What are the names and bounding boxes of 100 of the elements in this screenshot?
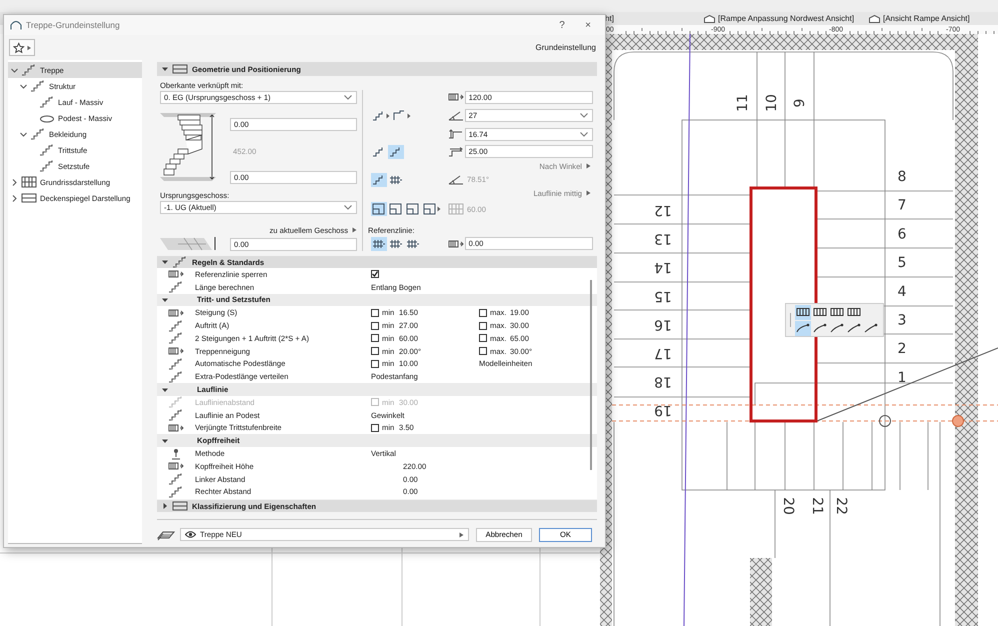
arrow-icon	[352, 227, 357, 233]
checkbox[interactable]	[479, 322, 487, 330]
chevron-icon[interactable]	[20, 130, 27, 138]
chevron-icon	[344, 95, 352, 100]
title-button[interactable]: ×	[577, 20, 599, 30]
arch-icon	[10, 20, 22, 30]
tool-button[interactable]	[795, 320, 811, 336]
checkbox[interactable]	[371, 347, 379, 356]
stair-icon	[168, 268, 184, 280]
corner-icon	[406, 203, 420, 216]
step-number: 18	[654, 374, 672, 390]
menu-button[interactable]	[371, 108, 391, 123]
stair-icon	[168, 370, 184, 383]
step-number: 6	[898, 226, 906, 242]
riser-icon	[448, 128, 464, 140]
line-tool-icon	[864, 323, 878, 333]
corner-icon	[389, 203, 403, 216]
tab[interactable]: [Rampe Anpassung Nordwest Ansicht]	[704, 13, 854, 24]
tool-button[interactable]	[795, 304, 811, 320]
option-button[interactable]	[371, 172, 387, 187]
title-button[interactable]: ?	[551, 20, 573, 30]
option-button[interactable]	[388, 144, 404, 158]
stair-icon	[30, 80, 46, 92]
chevron-icon	[580, 113, 588, 118]
step-number: 19	[654, 402, 672, 418]
checkbox[interactable]	[479, 308, 487, 317]
wall	[750, 558, 772, 626]
favorites-button[interactable]	[9, 39, 35, 56]
eye-icon	[185, 531, 196, 538]
checkbox[interactable]	[479, 347, 487, 356]
document-icon	[172, 500, 188, 512]
stair-icon	[372, 110, 390, 122]
option-button[interactable]	[371, 236, 387, 251]
line-tool-icon	[796, 323, 810, 333]
chevron-icon	[344, 204, 352, 210]
grid-icon	[389, 174, 403, 186]
window-title: Treppe-Grundeinstellung	[26, 20, 120, 30]
checkbox[interactable]	[371, 270, 379, 278]
plan-icon	[21, 176, 37, 188]
option-button[interactable]	[371, 202, 387, 216]
tab[interactable]: [Ansicht Rampe Ansicht]	[869, 13, 970, 24]
option-button[interactable]	[422, 202, 442, 216]
step-number: 15	[654, 288, 672, 304]
tool-button[interactable]	[863, 320, 879, 336]
checkbox[interactable]	[371, 424, 379, 432]
triangle-icon[interactable]	[162, 386, 168, 393]
triangle-icon[interactable]	[162, 503, 168, 509]
step-number: 7	[898, 198, 906, 214]
offset-icon	[448, 238, 464, 250]
step-icon	[393, 110, 411, 122]
option-button[interactable]	[405, 202, 421, 216]
corner-icon	[372, 203, 386, 216]
corner-icon	[423, 203, 441, 216]
option-button[interactable]	[388, 202, 404, 216]
checkbox[interactable]	[479, 334, 487, 342]
chevron-icon[interactable]	[20, 82, 27, 90]
star-icon	[13, 42, 25, 54]
checkbox[interactable]	[371, 334, 379, 342]
triangle-icon[interactable]	[162, 296, 168, 303]
triangle-icon[interactable]	[162, 259, 168, 265]
stair-icon	[168, 358, 184, 370]
tread-icon	[448, 146, 464, 158]
toolbar-label: Grundeinstellung	[536, 43, 596, 52]
grid-icon	[389, 238, 403, 250]
stair-icon	[168, 306, 184, 319]
scrollbar[interactable]	[590, 280, 592, 470]
chevron-icon[interactable]	[11, 194, 18, 202]
step-number: 13	[654, 230, 672, 247]
stair-icon	[168, 332, 184, 344]
stair-icon	[30, 128, 46, 140]
menu-button[interactable]	[392, 108, 412, 123]
checkbox[interactable]	[371, 308, 379, 317]
checkbox[interactable]	[371, 360, 379, 368]
step-number: 5	[898, 255, 906, 272]
chevron-icon[interactable]	[11, 66, 18, 74]
stair-icon	[168, 409, 184, 422]
stair-icon	[168, 473, 184, 486]
checkbox[interactable]	[371, 322, 379, 330]
grid-icon	[406, 238, 420, 250]
grip-icon[interactable]	[789, 313, 792, 327]
arrow-icon	[586, 190, 591, 196]
stair-icon	[168, 345, 184, 358]
triangle-icon[interactable]	[162, 66, 168, 72]
selection-rectangle[interactable]	[750, 186, 818, 422]
arrow-icon	[26, 44, 31, 50]
circle-marker	[879, 415, 891, 427]
stair-icon	[168, 320, 184, 332]
step-number: 17	[654, 345, 672, 361]
triangle-icon[interactable]	[162, 438, 168, 444]
line-tool-icon	[830, 323, 844, 333]
grid-icon	[372, 238, 386, 250]
slope-icon	[448, 110, 464, 122]
stair-icon	[21, 64, 37, 76]
stair-icon	[168, 281, 184, 294]
step-number: 2	[898, 341, 906, 358]
chevron-icon[interactable]	[11, 178, 18, 186]
geometry-icon	[172, 63, 188, 75]
angle-icon	[448, 174, 464, 186]
stair-icon	[168, 486, 184, 498]
step-number: 14	[654, 259, 672, 276]
